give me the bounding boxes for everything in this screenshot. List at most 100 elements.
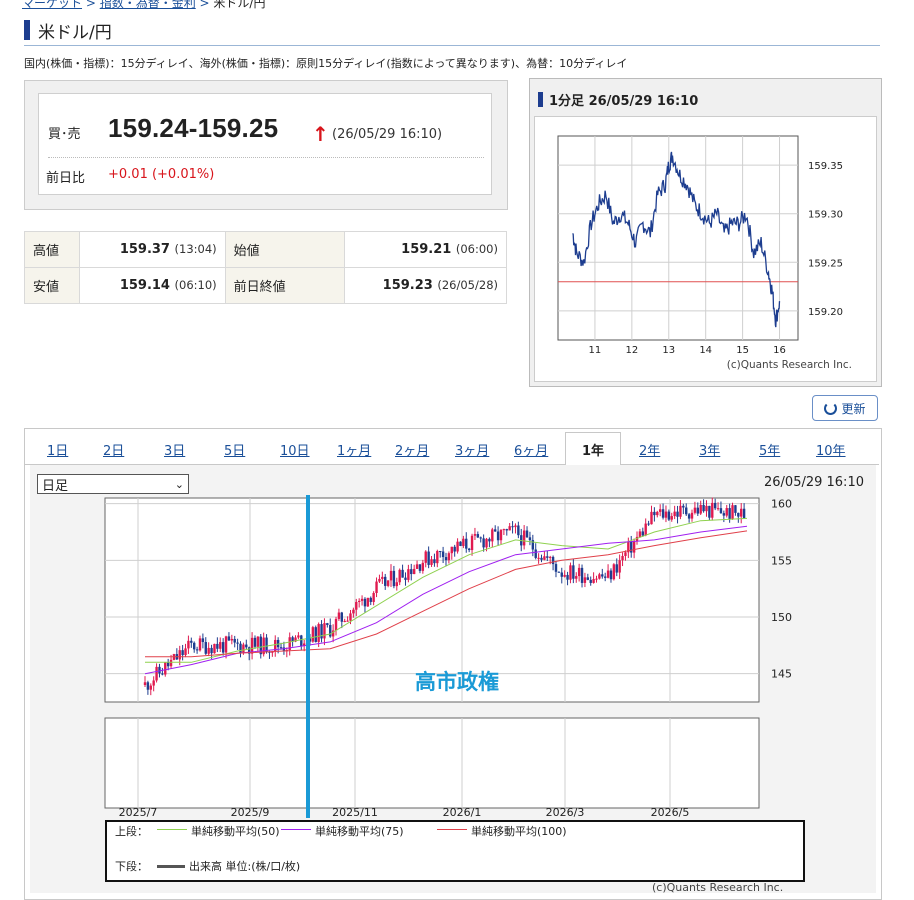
tab-10[interactable]: 2年 [639, 440, 660, 459]
candle-body [632, 541, 636, 553]
candle-body [340, 612, 344, 622]
candle-body [439, 551, 442, 553]
tab-8[interactable]: 6ヶ月 [514, 440, 548, 459]
tab-2[interactable]: 3日 [164, 440, 185, 459]
candle-body [381, 576, 384, 579]
header-marker [538, 92, 543, 107]
candle-body [601, 574, 604, 577]
candle-body [372, 592, 375, 602]
candle-body [740, 508, 743, 517]
candle-body [711, 502, 714, 518]
candle-body [369, 597, 372, 602]
candle-body [314, 627, 317, 642]
y-tick-label: 159.30 [808, 210, 843, 221]
candle-body [424, 551, 427, 563]
breadcrumb-market[interactable]: マーケット [22, 0, 82, 10]
period-tabs: 1日 2日 3日 5日 10日 1ヶ月 2ヶ月 3ヶ月 6ヶ月 1年 2年 3年 5年 10年 [25, 432, 879, 465]
candle-body [430, 559, 433, 565]
candle-body [548, 556, 552, 558]
candle-body [236, 642, 239, 644]
candle-body [233, 638, 236, 643]
x-tick-label: 2025/7 [119, 806, 158, 819]
candle-body [187, 640, 190, 649]
candle-body [606, 570, 610, 578]
candle-body [676, 511, 679, 517]
candle-body [207, 647, 210, 654]
open-value: 159.21 [401, 242, 452, 257]
candle-body [540, 557, 543, 560]
candle-body [505, 529, 508, 531]
candle-body [250, 637, 254, 654]
candle-body [528, 537, 532, 541]
candle-body [297, 635, 300, 638]
candle-body [656, 511, 659, 516]
candle-body [360, 598, 364, 601]
x-tick-label: 13 [662, 345, 675, 356]
current-price: 159.24-159.25 [108, 113, 279, 143]
chart-legend: 上段： 単純移動平均(50) 単純移動平均(75) 単純移動平均(100) 下段： 出来高… [105, 820, 805, 882]
candle-body [349, 613, 352, 621]
candle-body [256, 636, 260, 647]
candle-body [621, 555, 624, 561]
legend-swatch [437, 829, 467, 830]
candle-body [323, 623, 326, 639]
candle-body [239, 643, 242, 653]
tab-11[interactable]: 3年 [699, 440, 720, 459]
candle-body [650, 511, 653, 525]
candle-body [737, 512, 740, 517]
candle-body [467, 548, 471, 551]
prev-close-label: 前日終値 [224, 267, 345, 304]
candle-body [734, 505, 737, 513]
candle-body [166, 662, 170, 667]
tab-9[interactable]: 1年 [565, 432, 621, 465]
candle-body [630, 541, 633, 553]
prev-close-value: 159.23 [382, 278, 433, 293]
candle-body [699, 504, 702, 514]
chevron-down-icon: ⌄ [174, 477, 184, 491]
candle-body [485, 538, 488, 548]
candle-body [693, 507, 697, 513]
candle-body [230, 638, 234, 641]
candle-body [389, 570, 393, 581]
breadcrumb: マーケット > 指数・為替・金利 > 米ドル/円 [22, 0, 265, 11]
chart-datetime: 26/05/29 16:10 [764, 475, 864, 490]
candle-body [412, 568, 416, 575]
candle-body [198, 638, 202, 651]
tab-1[interactable]: 2日 [103, 440, 124, 459]
candle-body [326, 623, 329, 626]
refresh-button[interactable]: 更新 [812, 395, 878, 421]
candle-body [219, 642, 222, 649]
candle-body [456, 541, 459, 552]
candle-body [465, 538, 468, 549]
candle-body [421, 562, 425, 571]
title-marker [24, 20, 30, 40]
tab-5[interactable]: 1ヶ月 [337, 440, 371, 459]
refresh-icon [824, 401, 838, 415]
candle-body [473, 534, 477, 536]
quote-divider [48, 157, 484, 158]
candle-body [673, 511, 676, 517]
candle-body [731, 505, 734, 520]
breadcrumb-index[interactable]: 指数・為替・金利 [100, 0, 196, 10]
candle-body [193, 642, 196, 650]
tab-13[interactable]: 10年 [816, 440, 846, 459]
candle-body [572, 565, 575, 579]
candle-body [522, 530, 526, 546]
tab-12[interactable]: 5年 [759, 440, 780, 459]
candle-body [690, 512, 694, 519]
open-cell: 159.21 (06:00) [343, 231, 508, 268]
candle-body [470, 535, 474, 551]
candle-body [433, 559, 436, 564]
candle-body [716, 508, 720, 510]
tab-7[interactable]: 3ヶ月 [455, 440, 489, 459]
tab-6[interactable]: 2ヶ月 [395, 440, 429, 459]
tab-4[interactable]: 10日 [280, 440, 310, 459]
tab-3[interactable]: 5日 [224, 440, 245, 459]
candle-body [407, 569, 410, 580]
candle-body [580, 567, 584, 583]
candle-body [569, 565, 572, 580]
tab-0[interactable]: 1日 [47, 440, 68, 459]
x-tick-label: 15 [736, 345, 749, 356]
candle-body [670, 516, 673, 520]
candle-body [705, 505, 708, 512]
